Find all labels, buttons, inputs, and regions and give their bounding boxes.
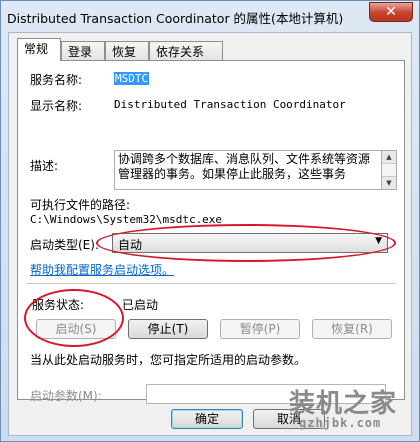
help-link[interactable]: 帮助我配置服务启动选项。 (30, 261, 174, 278)
display-name-label: 显示名称: (30, 99, 83, 113)
tab-general[interactable]: 常规 (17, 38, 61, 61)
tab-recovery[interactable]: 恢复 (105, 41, 149, 60)
tab-logon[interactable]: 登录 (61, 41, 105, 60)
startup-hint-text: 当从此处启动服务时，您可指定所适用的启动参数。 (30, 353, 307, 367)
pause-button[interactable]: 暂停(P) (220, 319, 300, 339)
close-button[interactable]: ✕ (369, 2, 413, 22)
resume-button[interactable]: 恢复(R) (312, 319, 392, 339)
service-name-text: MSDTC (114, 72, 150, 85)
annotation-circle-status (24, 289, 124, 347)
description-scrollbar[interactable]: ▲ ▼ (382, 150, 397, 190)
service-name-label: 服务名称: (30, 73, 83, 87)
description-text[interactable]: 协调跨多个数据库、消息队列、文件系统等资源管理器的事务。如果停止此服务，这些事务 (114, 150, 382, 190)
ok-button[interactable]: 确定 (171, 409, 243, 429)
window-title: Distributed Transaction Coordinator 的属性(… (7, 11, 344, 26)
exec-path-value[interactable]: C:\Windows\System32\msdtc.exe (30, 213, 222, 226)
stop-button[interactable]: 停止(T) (128, 319, 208, 339)
exec-path-label: 可执行文件的路径: (30, 198, 131, 212)
general-tab-panel: 服务名称: MSDTC 显示名称: Distributed Transactio… (17, 60, 405, 404)
dialog-client-area: 常规 登录 恢复 依存关系 服务名称: MSDTC 显示名称: Distribu… (8, 32, 412, 436)
display-name-value[interactable]: Distributed Transaction Coordinator (114, 98, 346, 111)
scroll-down-icon[interactable]: ▼ (382, 176, 396, 189)
watermark-logo-text: 装机之家 (289, 389, 398, 419)
service-status-value: 已启动 (122, 298, 159, 312)
description-label: 描述: (30, 159, 59, 173)
title-bar[interactable]: Distributed Transaction Coordinator 的属性(… (1, 1, 419, 31)
watermark-url: gzhjbk.com (299, 416, 382, 430)
site-watermark: 装机之家 gzhjbk.com (265, 381, 415, 437)
tab-dependencies[interactable]: 依存关系 (149, 41, 223, 60)
scroll-up-icon[interactable]: ▲ (382, 151, 396, 164)
service-name-value[interactable]: MSDTC (114, 72, 150, 85)
service-properties-dialog: Distributed Transaction Coordinator 的属性(… (0, 0, 420, 442)
startup-type-label: 启动类型(E): (30, 238, 99, 252)
startup-params-label: 启动参数(M): (30, 389, 102, 403)
section-divider (26, 283, 396, 284)
annotation-circle-startup (96, 224, 396, 262)
